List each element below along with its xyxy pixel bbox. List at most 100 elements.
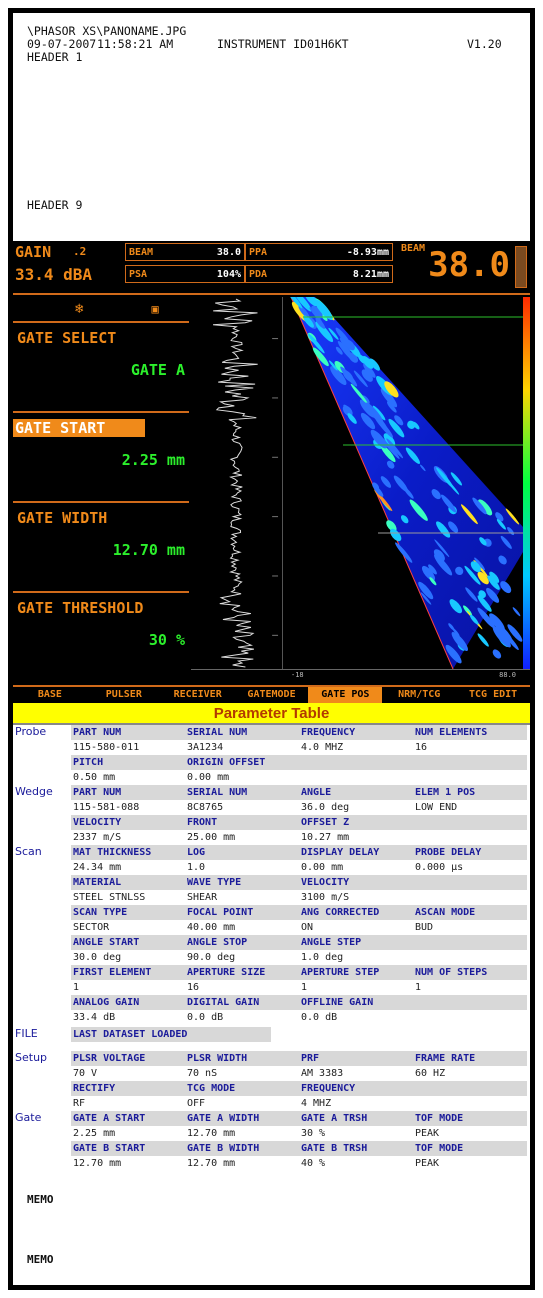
ascan-waveform (213, 297, 283, 669)
param-row: SCAN TYPE SECTOR FOCAL POINT 40.00 mm ANG CO… (71, 905, 530, 935)
param-cell: TCG MODE OFF (185, 1081, 299, 1111)
param-cell (413, 815, 527, 845)
param-key: SERIAL NUM (185, 725, 299, 740)
param-key: OFFLINE GAIN (299, 995, 413, 1010)
depth-scale: -18 88.0 (191, 669, 530, 683)
param-value: 0.00 mm (299, 860, 413, 875)
param-key: ANGLE START (71, 935, 185, 950)
param-cell (413, 875, 527, 905)
param-key: DIGITAL GAIN (185, 995, 299, 1010)
param-cell: NUM ELEMENTS 16 (413, 725, 527, 755)
echo-speck (477, 633, 489, 647)
gate-width-param[interactable]: GATE WIDTH 12.70 mm (13, 501, 189, 591)
save-icon: ▣ (151, 302, 159, 316)
gate-start-param[interactable]: GATE START 2.25 mm (13, 411, 189, 501)
param-value (413, 890, 527, 905)
param-cell: ANG CORRECTED ON (299, 905, 413, 935)
param-cell: FIRST ELEMENT 1 (71, 965, 185, 995)
param-cell: FOCAL POINT 40.00 mm (185, 905, 299, 935)
param-cell: ANGLE STEP 1.0 deg (299, 935, 413, 965)
gain-value: 33.4 dBA (15, 265, 93, 284)
param-key: GATE A WIDTH (185, 1111, 299, 1126)
param-value: 2.25 mm (71, 1126, 185, 1141)
param-cell: RECTIFY RF (71, 1081, 185, 1111)
param-cell: APERTURE SIZE 16 (185, 965, 299, 995)
param-key: GATE A TRSH (299, 1111, 413, 1126)
param-row: GATE B START 12.70 mm GATE B WIDTH 12.70 mm… (71, 1141, 530, 1171)
param-cell: ANGLE 36.0 deg (299, 785, 413, 815)
param-value (413, 950, 527, 965)
param-cell: FREQUENCY 4.0 MHZ (299, 725, 413, 755)
param-cell: ANGLE STOP 90.0 deg (185, 935, 299, 965)
param-cell: ELEM 1 POS LOW END (413, 785, 527, 815)
param-value: 24.34 mm (71, 860, 185, 875)
param-value: 12.70 mm (185, 1156, 299, 1171)
param-cell: SERIAL NUM 8C8765 (185, 785, 299, 815)
param-value: PEAK (413, 1156, 527, 1171)
param-cell: MATERIAL STEEL STNLSS (71, 875, 185, 905)
param-cell: ANALOG GAIN 33.4 dB (71, 995, 185, 1025)
echo-speck (492, 649, 502, 659)
param-value (299, 770, 413, 785)
param-key: PLSR WIDTH (185, 1051, 299, 1066)
menu-gate-pos[interactable]: GATE POS (308, 687, 383, 703)
param-cell: FRONT 25.00 mm (185, 815, 299, 845)
param-cell: GATE B WIDTH 12.70 mm (185, 1141, 299, 1171)
param-row: PLSR VOLTAGE 70 V PLSR WIDTH 70 nS PRF AM 338… (71, 1051, 530, 1081)
param-key: FOCAL POINT (185, 905, 299, 920)
param-key: ANG CORRECTED (299, 905, 413, 920)
param-key: APERTURE STEP (299, 965, 413, 980)
param-value: BUD (413, 920, 527, 935)
param-row: ANALOG GAIN 33.4 dB DIGITAL GAIN 0.0 dB OFFL… (71, 995, 530, 1025)
menu-nrm-tcg[interactable]: NRM/TCG (382, 687, 456, 703)
param-row: MAT THICKNESS 24.34 mm LOG 1.0 DISPLAY DELAY… (71, 845, 530, 875)
param-value: 3A1234 (185, 740, 299, 755)
param-cell: TOF MODE PEAK (413, 1111, 527, 1141)
menu-gatemode[interactable]: GATEMODE (235, 687, 309, 703)
param-key: OFFSET Z (299, 815, 413, 830)
param-value: 4 MHZ (299, 1096, 413, 1111)
gain-label: GAIN (15, 243, 52, 261)
param-value: 12.70 mm (185, 1126, 299, 1141)
param-cell: FREQUENCY 4 MHZ (299, 1081, 413, 1111)
param-key: SERIAL NUM (185, 785, 299, 800)
status-icons: ❄ ▣ (13, 297, 189, 321)
param-key: PART NUM (71, 725, 185, 740)
sector-beam (291, 297, 523, 669)
param-value: SECTOR (71, 920, 185, 935)
group-label: Gate (15, 1111, 42, 1124)
param-key: TOF MODE (413, 1111, 527, 1126)
param-cell: NUM OF STEPS 1 (413, 965, 527, 995)
group-gate: Gate GATE A START 2.25 mm GATE A WIDTH 12.70… (13, 1111, 530, 1171)
param-value: 1 (71, 980, 185, 995)
param-cell: ORIGIN OFFSET 0.00 mm (185, 755, 299, 785)
param-key: FIRST ELEMENT (71, 965, 185, 980)
param-cell: PITCH 0.50 mm (71, 755, 185, 785)
param-key: DISPLAY DELAY (299, 845, 413, 860)
param-cell: DIGITAL GAIN 0.0 dB (185, 995, 299, 1025)
instrument-id: INSTRUMENT ID01H6KT (217, 37, 349, 51)
param-row: GATE A START 2.25 mm GATE A WIDTH 12.70 mm G… (71, 1111, 530, 1141)
menu-base[interactable]: BASE (13, 687, 87, 703)
param-key: SCAN TYPE (71, 905, 185, 920)
param-cell: PLSR VOLTAGE 70 V (71, 1051, 185, 1081)
param-cell: GATE B START 12.70 mm (71, 1141, 185, 1171)
gate-sidebar: ❄ ▣ GATE SELECT GATE A GATE START 2.25 m… (13, 297, 189, 683)
param-cell: OFFLINE GAIN 0.0 dB (299, 995, 413, 1025)
param-value (413, 1010, 527, 1025)
menu-receiver[interactable]: RECEIVER (161, 687, 235, 703)
menu-pulser[interactable]: PULSER (87, 687, 161, 703)
param-row: ANGLE START 30.0 deg ANGLE STOP 90.0 deg ANG… (71, 935, 530, 965)
param-row: FIRST ELEMENT 1 APERTURE SIZE 16 APERTURE ST… (71, 965, 530, 995)
gate-threshold-param[interactable]: GATE THRESHOLD 30 % (13, 591, 189, 681)
menu-tcg-edit[interactable]: TCG EDIT (456, 687, 530, 703)
ppa-readout: PPA -8.93mm (245, 243, 393, 261)
param-cell (413, 935, 527, 965)
menu-bar: BASE PULSER RECEIVER GATEMODE GATE POS N… (13, 685, 530, 703)
param-key: FRAME RATE (413, 1051, 527, 1066)
param-cell: PRF AM 3383 (299, 1051, 413, 1081)
param-value: 10.27 mm (299, 830, 413, 845)
group-wedge: Wedge PART NUM 115-581-088 SERIAL NUM 8C8765… (13, 785, 530, 845)
gate-select-param[interactable]: GATE SELECT GATE A (13, 321, 189, 411)
param-cell: GATE A START 2.25 mm (71, 1111, 185, 1141)
